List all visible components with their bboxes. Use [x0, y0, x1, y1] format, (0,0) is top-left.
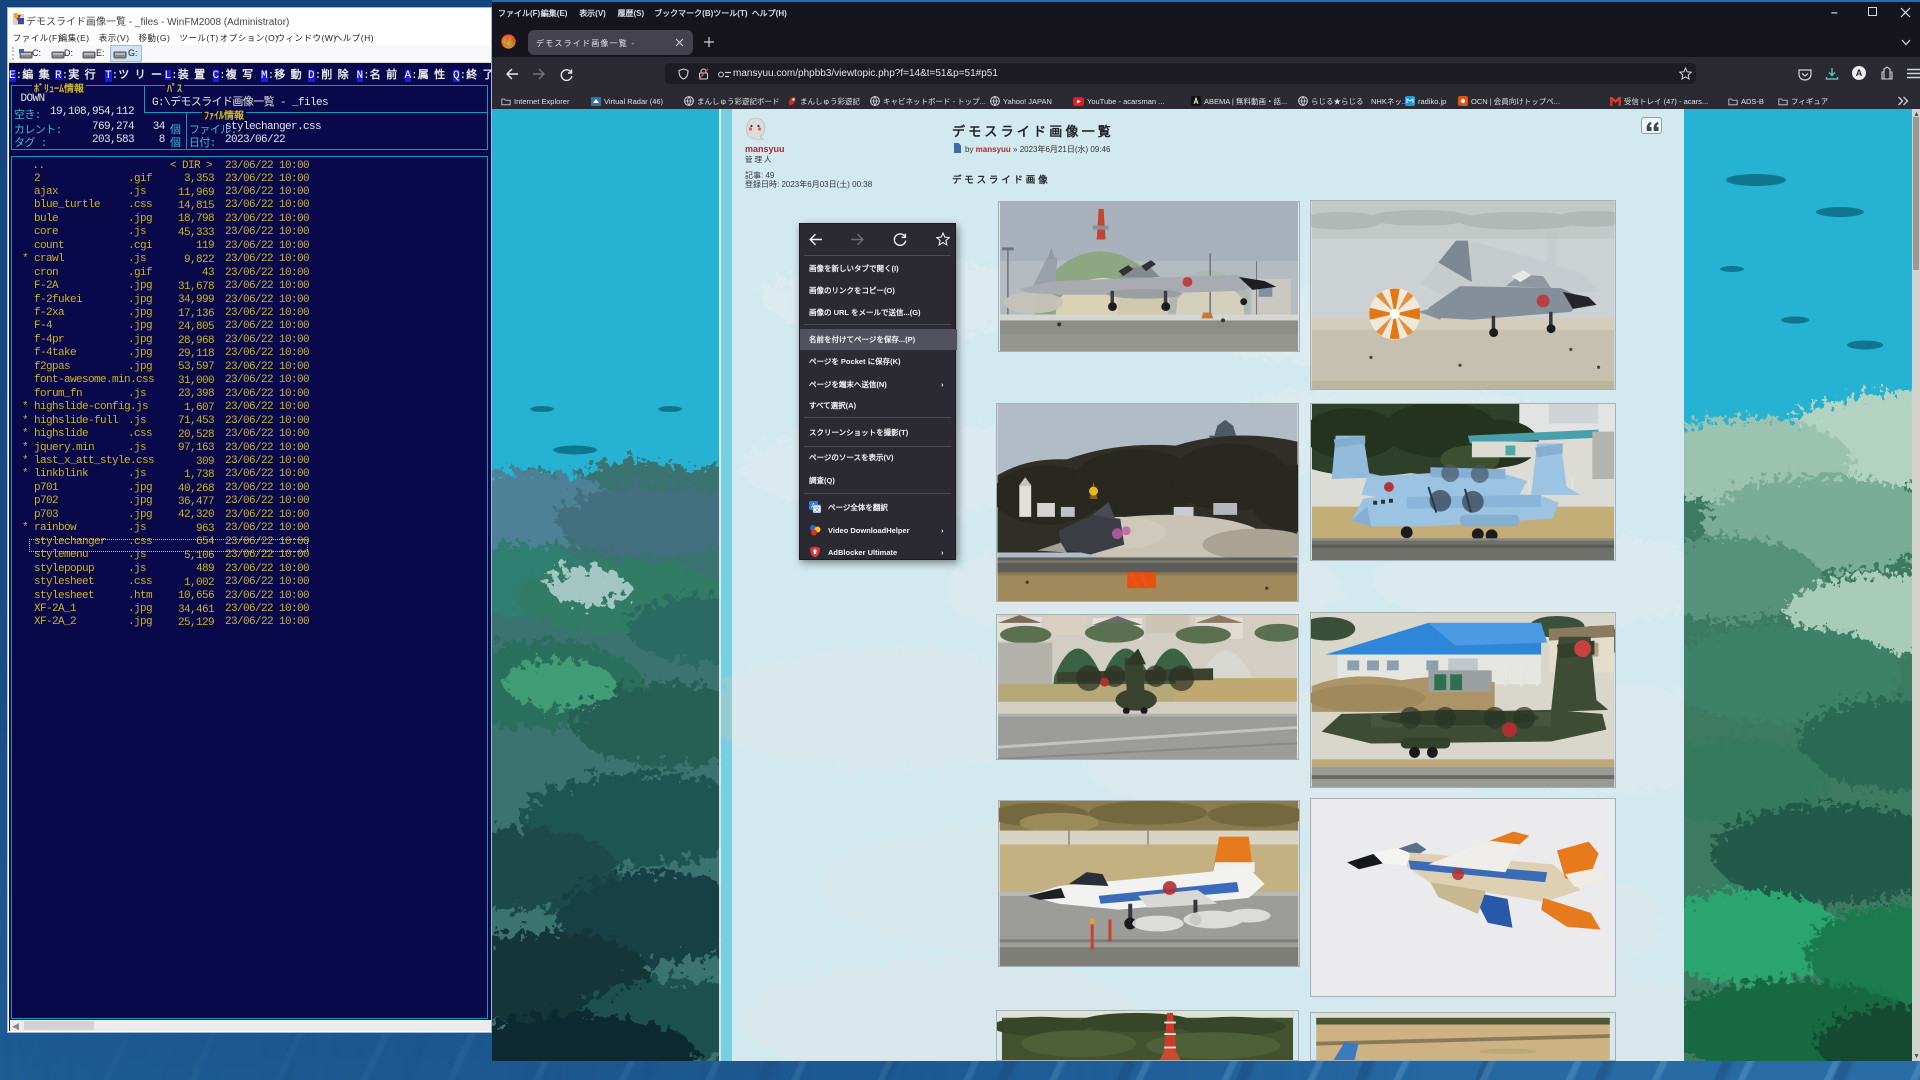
svg-text:文: 文 [814, 506, 820, 514]
